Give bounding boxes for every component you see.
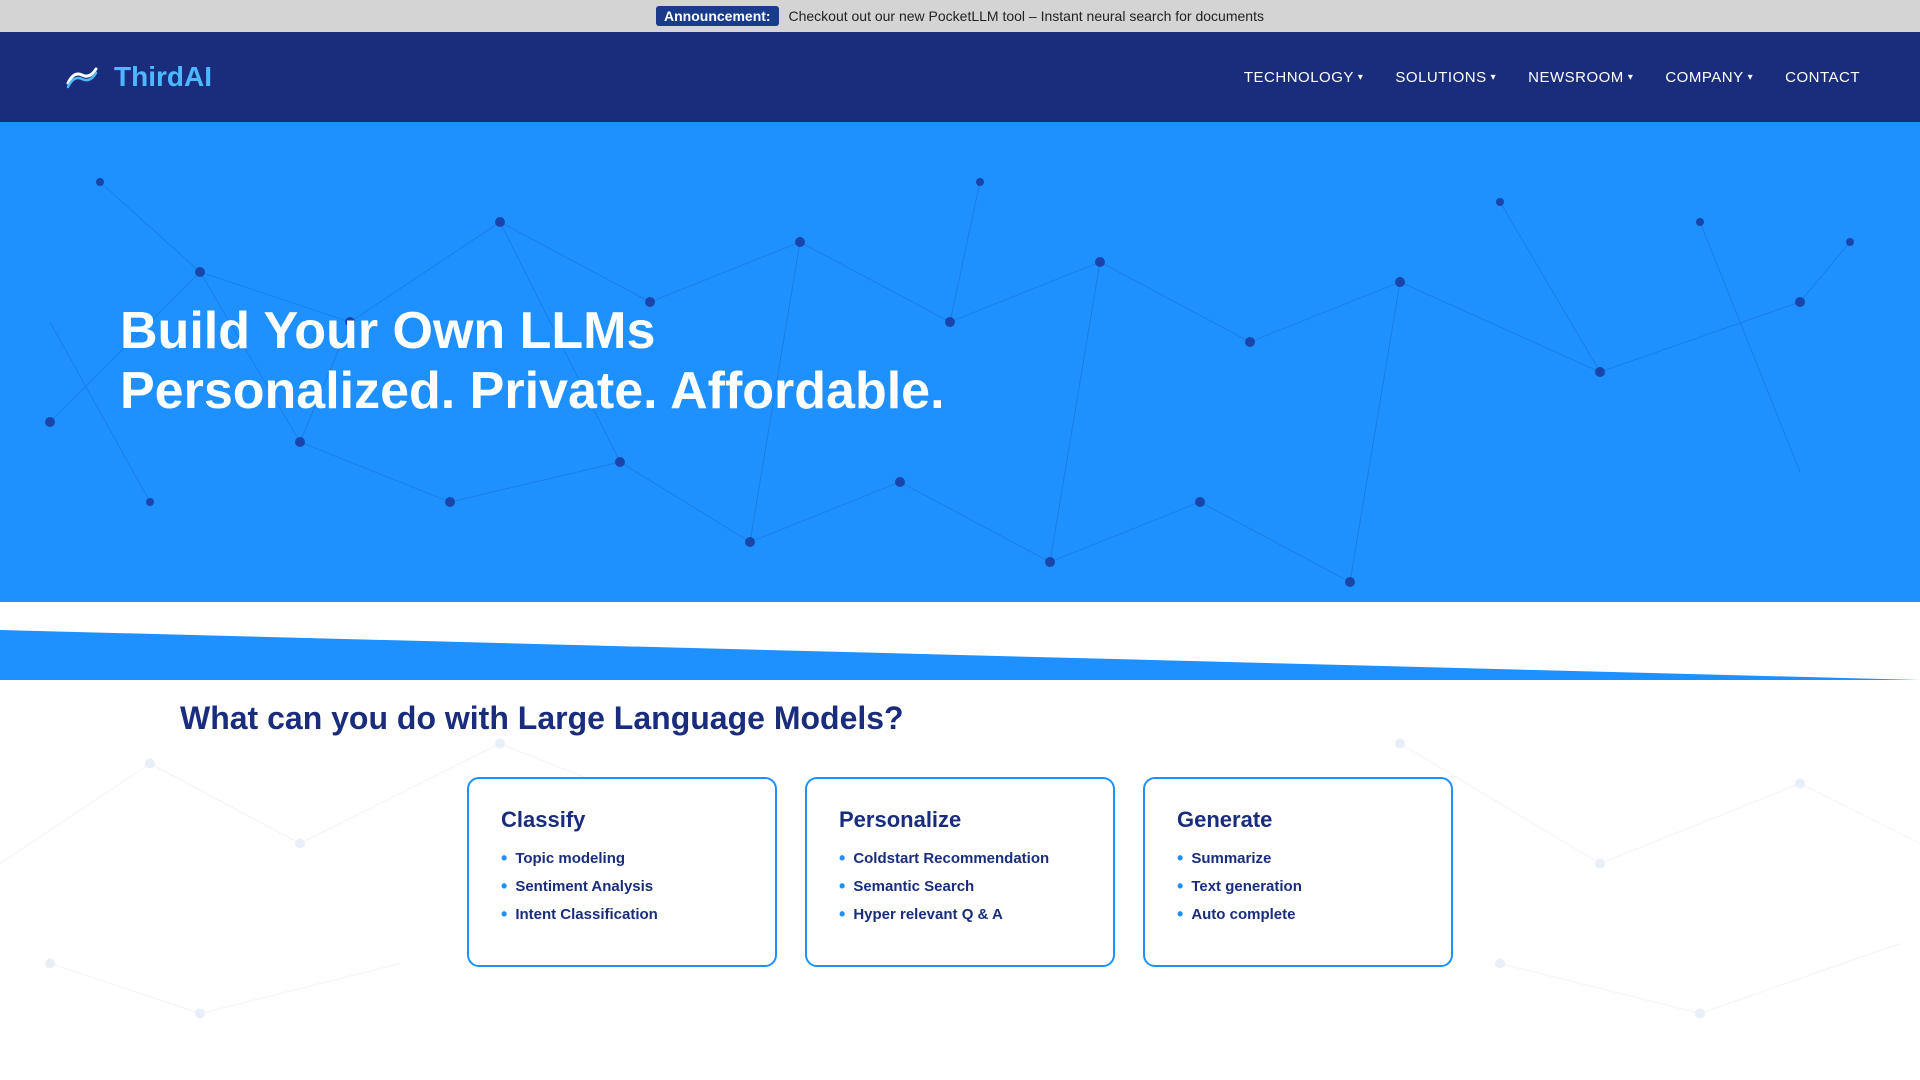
logo-link[interactable]: ThirdAI	[60, 55, 212, 99]
cards-inner: What can you do with Large Language Mode…	[80, 700, 1840, 967]
chevron-down-icon: ▾	[1358, 72, 1364, 83]
list-item: Hyper relevant Q & A	[839, 905, 1081, 923]
hero-title: Build Your Own LLMs Personalized. Privat…	[120, 302, 945, 422]
chevron-down-icon: ▾	[1491, 72, 1497, 83]
list-item: Semantic Search	[839, 877, 1081, 895]
chevron-down-icon: ▾	[1628, 72, 1634, 83]
logo-text: ThirdAI	[114, 61, 212, 93]
card-personalize-list: Coldstart Recommendation Semantic Search…	[839, 849, 1081, 923]
card-generate-list: Summarize Text generation Auto complete	[1177, 849, 1419, 923]
nav-item-contact[interactable]: CONTACT	[1785, 69, 1860, 86]
announcement-bar: Announcement: Checkout out our new Pocke…	[0, 0, 1920, 32]
nav-item-company[interactable]: COMPANY ▾	[1665, 69, 1753, 86]
cards-row: Classify Topic modeling Sentiment Analys…	[80, 777, 1840, 967]
chevron-down-icon: ▾	[1748, 72, 1754, 83]
card-personalize-title: Personalize	[839, 807, 1081, 833]
card-generate: Generate Summarize Text generation Auto …	[1143, 777, 1453, 967]
card-classify-list: Topic modeling Sentiment Analysis Intent…	[501, 849, 743, 923]
navbar: ThirdAI TECHNOLOGY ▾ SOLUTIONS ▾ NEWSROO…	[0, 32, 1920, 122]
cards-section-title: What can you do with Large Language Mode…	[80, 700, 1840, 737]
card-personalize: Personalize Coldstart Recommendation Sem…	[805, 777, 1115, 967]
nav-item-solutions[interactable]: SOLUTIONS ▾	[1395, 69, 1496, 86]
list-item: Summarize	[1177, 849, 1419, 867]
list-item: Topic modeling	[501, 849, 743, 867]
nav-item-technology[interactable]: TECHNOLOGY ▾	[1244, 69, 1364, 86]
nav-links: TECHNOLOGY ▾ SOLUTIONS ▾ NEWSROOM ▾ COMP…	[1244, 69, 1860, 86]
nav-item-newsroom[interactable]: NEWSROOM ▾	[1528, 69, 1633, 86]
cards-section: What can you do with Large Language Mode…	[0, 680, 1920, 1047]
card-classify: Classify Topic modeling Sentiment Analys…	[467, 777, 777, 967]
announcement-text: Checkout out our new PocketLLM tool – In…	[788, 8, 1264, 24]
logo-icon	[60, 55, 104, 99]
list-item: Auto complete	[1177, 905, 1419, 923]
diagonal-cut-svg	[0, 600, 1920, 680]
list-item: Text generation	[1177, 877, 1419, 895]
card-classify-title: Classify	[501, 807, 743, 833]
card-generate-title: Generate	[1177, 807, 1419, 833]
hero-section: Build Your Own LLMs Personalized. Privat…	[0, 122, 1920, 602]
list-item: Sentiment Analysis	[501, 877, 743, 895]
hero-separator	[0, 600, 1920, 680]
list-item: Intent Classification	[501, 905, 743, 923]
announcement-label: Announcement:	[656, 6, 779, 26]
hero-content: Build Your Own LLMs Personalized. Privat…	[120, 302, 945, 422]
list-item: Coldstart Recommendation	[839, 849, 1081, 867]
